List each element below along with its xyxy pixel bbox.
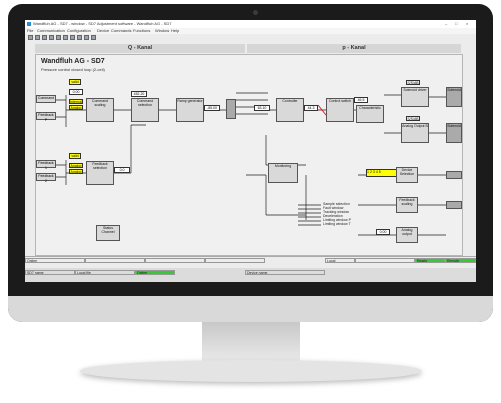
- value-field[interactable]: 0.00: [69, 89, 83, 95]
- input-feedback-p[interactable]: Feedback P: [36, 112, 56, 122]
- select-field[interactable]: Analog 1/D: [69, 169, 83, 174]
- status-cell: Online: [25, 258, 85, 263]
- tab-q-channel[interactable]: Q - Kanal: [35, 44, 245, 53]
- tab-p-channel[interactable]: p - Kanal: [247, 44, 461, 53]
- solenoid-driver-b-block[interactable]: Analog Output B: [401, 123, 429, 143]
- status-ok-indicator: Ready: [415, 258, 445, 263]
- print-icon[interactable]: [49, 35, 54, 40]
- value-field[interactable]: S/S/AB: [406, 116, 420, 121]
- input-feedback-1[interactable]: Feedback 1: [36, 160, 56, 170]
- status-cell: [145, 258, 205, 263]
- select-field[interactable]: Analog 1/D: [69, 163, 83, 168]
- open-icon[interactable]: [35, 35, 40, 40]
- device-selection-block[interactable]: Device Selection: [396, 167, 418, 183]
- window-title: Wandfluh AG - SD7 - window - SD7 Adjustm…: [33, 21, 172, 26]
- new-icon[interactable]: [28, 35, 33, 40]
- monitoring-block[interactable]: Monitoring: [268, 163, 298, 183]
- download-icon[interactable]: [77, 35, 82, 40]
- maximize-icon[interactable]: □: [455, 20, 457, 28]
- channel-tabbar: Q - Kanal p - Kanal: [25, 44, 476, 53]
- connect-icon[interactable]: [56, 35, 61, 40]
- disconnect-icon[interactable]: [63, 35, 68, 40]
- online-indicator: Online: [135, 270, 175, 275]
- graph-icon[interactable]: [84, 35, 89, 40]
- value-field[interactable]: 63.10: [254, 105, 270, 111]
- webcam-icon: [253, 10, 258, 15]
- status-cell: [85, 258, 145, 263]
- output-terminal[interactable]: [446, 201, 462, 209]
- channel-4[interactable]: 4: [376, 170, 378, 174]
- status-channel-block[interactable]: Status Channel: [96, 225, 120, 241]
- status-cell: Local: [325, 258, 355, 263]
- select-field[interactable]: Internal: [69, 99, 83, 104]
- help-icon[interactable]: [91, 35, 96, 40]
- value-field[interactable]: S/S/AB: [406, 80, 420, 85]
- command-selection-block[interactable]: Command selection: [131, 98, 159, 122]
- taskbar-item[interactable]: Local file: [75, 270, 135, 275]
- minimize-icon[interactable]: –: [445, 20, 447, 28]
- status-field[interactable]: valid: [69, 153, 81, 159]
- status-cell: [355, 258, 415, 263]
- monitor-screen: Wandfluh AG - SD7 - window - SD7 Adjustm…: [25, 20, 476, 282]
- value-field[interactable]: 44.3: [304, 105, 318, 111]
- value-field[interactable]: 0.0: [114, 167, 130, 173]
- input-command[interactable]: Command: [36, 95, 56, 103]
- output-terminal[interactable]: [446, 171, 462, 179]
- channel-selector[interactable]: 1 2 3 4 5: [366, 169, 400, 177]
- note: Limiting window T: [323, 222, 351, 226]
- value-field[interactable]: 452.20: [131, 91, 147, 97]
- monitor-stand-base: [80, 360, 422, 382]
- status-field[interactable]: valid: [69, 79, 81, 85]
- controller-block[interactable]: Controller: [276, 98, 304, 122]
- taskbar-item[interactable]: Device name: [245, 270, 325, 275]
- feedback-selection-block[interactable]: Feedback selection: [86, 161, 114, 185]
- monitor-chin: [8, 296, 493, 322]
- command-scaling-block[interactable]: Command scaling: [86, 98, 114, 122]
- internal-command-block[interactable]: [226, 99, 236, 119]
- solenoid-driver-a-block[interactable]: Solenoid driver: [401, 87, 429, 107]
- control-switch-block[interactable]: Control switch: [326, 98, 354, 122]
- select-field[interactable]: Analog A/D: [69, 105, 83, 110]
- channel-2[interactable]: 2: [370, 170, 372, 174]
- toolbar: [25, 34, 476, 42]
- close-icon[interactable]: ×: [466, 20, 468, 28]
- taskbar: SD7 name Local file Online Device name: [25, 268, 476, 282]
- channel-1[interactable]: 1: [367, 170, 369, 174]
- block-diagram-panel: Wandfluh AG - SD7 Pressure control close…: [35, 54, 463, 256]
- channel-3[interactable]: 3: [373, 170, 375, 174]
- characteristic-block[interactable]: Characteristic: [356, 105, 384, 123]
- value-field[interactable]: 49.5: [354, 97, 368, 103]
- input-feedback-2[interactable]: Feedback 2: [36, 173, 56, 183]
- value-field[interactable]: -65.00: [204, 105, 220, 111]
- status-cell: [205, 258, 265, 263]
- upload-icon[interactable]: [70, 35, 75, 40]
- value-field[interactable]: 0.00: [376, 229, 390, 235]
- analog-output-block[interactable]: Analog output: [396, 227, 418, 243]
- window-titlebar: Wandfluh AG - SD7 - window - SD7 Adjustm…: [25, 20, 476, 28]
- app-icon: [27, 22, 31, 26]
- status-ok-indicator: Remote: [445, 258, 476, 263]
- solenoid-a-output[interactable]: Solenoid: [446, 87, 462, 107]
- taskbar-item[interactable]: SD7 name: [25, 270, 75, 275]
- solenoid-b-output[interactable]: Solenoid: [446, 123, 462, 143]
- statusbar: Online Local Ready Remote: [25, 256, 476, 264]
- save-icon[interactable]: [42, 35, 47, 40]
- feedback-scaling-block[interactable]: Feedback scaling: [396, 197, 418, 213]
- channel-5[interactable]: 5: [379, 170, 381, 174]
- ramp-generator-block[interactable]: Ramp generator: [176, 98, 204, 122]
